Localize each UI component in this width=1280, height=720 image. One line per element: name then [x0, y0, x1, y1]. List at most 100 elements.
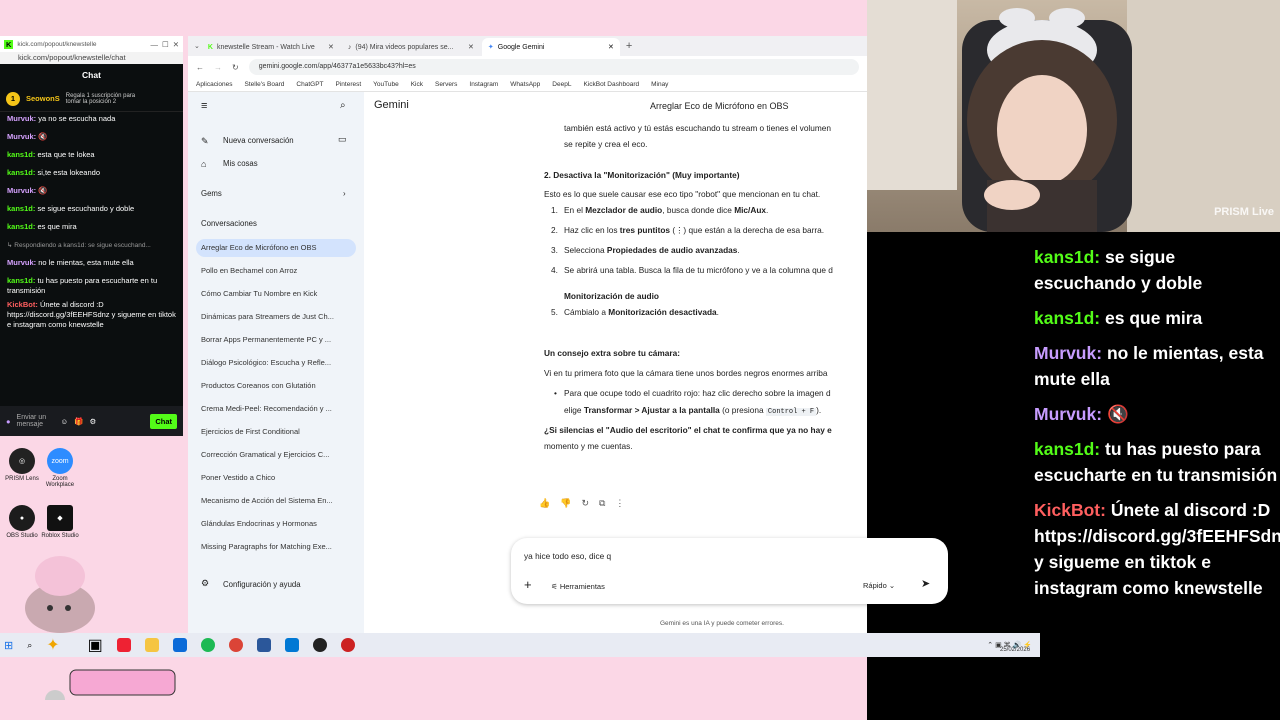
chat-message[interactable]: ↳ Respondiendo a kans1d: se sigue escuch…	[0, 238, 183, 256]
bookmark-item[interactable]: ChatGPT	[296, 81, 323, 88]
copy-icon[interactable]: ⧉	[599, 498, 605, 509]
tab-gemini[interactable]: ✦ Google Gemini ✕	[481, 38, 620, 56]
chat-username[interactable]: Murvuk:	[7, 258, 36, 267]
bookmark-item[interactable]: Pinterest	[336, 81, 362, 88]
url-field[interactable]: gemini.google.com/app/46377a1e5633bc43?h…	[248, 59, 859, 75]
chat-message[interactable]: Murvuk: no le mientas, esta mute ella	[0, 256, 183, 274]
bookmark-item[interactable]: Aplicaciones	[196, 81, 233, 88]
gift-sub-banner[interactable]: 1 SeowonS Regala 1 suscripción para toma…	[0, 86, 183, 112]
desktop-icon-roblox[interactable]: ◆ Roblox Studio	[38, 505, 82, 539]
conversation-item[interactable]: Diálogo Psicológico: Escucha y Refle...	[196, 354, 356, 372]
temporary-chat-icon[interactable]: ▭	[338, 134, 347, 145]
bookmark-item[interactable]: Instagram	[469, 81, 498, 88]
regenerate-icon[interactable]: ↻	[581, 498, 589, 509]
tab-close-icon[interactable]: ✕	[328, 43, 334, 51]
task-view-icon[interactable]: ▣	[88, 635, 103, 655]
chat-message[interactable]: kans1d: se sigue escuchando y doble	[0, 202, 183, 220]
chat-username[interactable]: kans1d:	[7, 168, 35, 177]
emote-icon[interactable]: ☺	[61, 417, 69, 426]
chat-username[interactable]: Murvuk:	[7, 114, 36, 123]
close-icon[interactable]: ✕	[173, 40, 179, 49]
chat-message[interactable]: kans1d: tu has puesto para escucharte en…	[0, 274, 183, 298]
minimize-icon[interactable]: —	[150, 40, 158, 49]
obs-taskbar-icon[interactable]	[312, 638, 327, 652]
chrome-icon[interactable]	[228, 638, 243, 652]
app-taskbar-icon[interactable]	[340, 638, 355, 652]
store-icon[interactable]	[284, 638, 299, 652]
chat-username[interactable]: kans1d:	[7, 150, 35, 159]
chat-message[interactable]: kans1d: esta que te lokea	[0, 148, 183, 166]
tab-search-icon[interactable]: ⌄	[194, 42, 200, 50]
conversation-item[interactable]: Borrar Apps Permanentemente PC y ...	[196, 331, 356, 349]
gemini-brand[interactable]: Gemini	[374, 99, 409, 111]
conversation-item[interactable]: Productos Coreanos con Glutatión	[196, 377, 356, 395]
chat-message[interactable]: Murvuk: 🔇	[0, 130, 183, 148]
word-icon[interactable]	[256, 638, 271, 652]
tools-button[interactable]: ⚟ Herramientas	[551, 581, 605, 593]
bookmark-item[interactable]: YouTube	[373, 81, 399, 88]
my-stuff-button[interactable]: Mis cosas	[223, 159, 258, 168]
add-attachment-icon[interactable]: +	[524, 578, 532, 591]
conversation-item[interactable]: Ejercicios de First Conditional	[196, 423, 356, 441]
chat-message[interactable]: KickBot: Únete al discord :D https://dis…	[0, 298, 183, 332]
conversation-item[interactable]: Missing Paragraphs for Matching Exe...	[196, 538, 356, 556]
gems-link[interactable]: Gems	[201, 189, 222, 198]
send-chat-button[interactable]: Chat	[150, 413, 177, 429]
spotify-icon[interactable]	[200, 638, 215, 652]
kick-url-bar[interactable]: kick.com/popout/knewstelle/chat	[0, 52, 183, 64]
new-tab-icon[interactable]: +	[626, 40, 632, 52]
settings-help-link[interactable]: Configuración y ayuda	[223, 580, 301, 589]
conversation-item[interactable]: Arreglar Eco de Micrófono en OBS	[196, 239, 356, 257]
search-icon[interactable]: ⌕	[27, 640, 32, 651]
chat-input[interactable]: Enviar un mensaje	[17, 414, 55, 428]
menu-icon[interactable]: ≡	[201, 100, 207, 112]
gift-icon[interactable]: 🎁	[74, 417, 83, 426]
bookmark-item[interactable]: Stelle's Board	[245, 81, 285, 88]
chat-message[interactable]: Murvuk: ya no se escucha nada	[0, 112, 183, 130]
tab-tiktok[interactable]: ♪ (94) Mira videos populares se... ✕	[342, 38, 480, 56]
bookmark-item[interactable]: DeepL	[552, 81, 571, 88]
forward-icon[interactable]: →	[214, 63, 222, 72]
file-explorer-icon[interactable]	[144, 638, 159, 652]
settings-gear-icon[interactable]: ⚙	[90, 417, 97, 426]
windows-start-icon[interactable]: ⊞	[4, 639, 13, 652]
tab-close-icon[interactable]: ✕	[468, 43, 474, 51]
chat-username[interactable]: kans1d:	[7, 204, 35, 213]
conversation-item[interactable]: Pollo en Bechamel con Arroz	[196, 262, 356, 280]
chat-message[interactable]: kans1d: si,te esta lokeando	[0, 166, 183, 184]
tab-close-icon[interactable]: ✕	[608, 43, 614, 51]
chat-username[interactable]: kans1d:	[7, 276, 35, 285]
microphone-icon[interactable]: ●	[6, 417, 11, 426]
search-icon[interactable]: ⌕	[340, 100, 346, 111]
conversation-item[interactable]: Glándulas Endocrinas y Hormonas	[196, 515, 356, 533]
chat-username[interactable]: Murvuk:	[7, 186, 36, 195]
model-selector[interactable]: Rápido ⌄	[863, 580, 895, 592]
copilot-icon[interactable]	[116, 638, 131, 652]
prompt-input[interactable]: ya hice todo eso, dice q	[524, 550, 611, 562]
prompt-box[interactable]: ya hice todo eso, dice q + ⚟ Herramienta…	[511, 538, 948, 604]
thumbs-up-icon[interactable]: 👍	[539, 498, 550, 509]
chat-username[interactable]: KickBot:	[7, 300, 38, 309]
conversation-item[interactable]: Poner Vestido a Chico	[196, 469, 356, 487]
chat-message[interactable]: kans1d: es que mira	[0, 220, 183, 238]
bookmark-item[interactable]: Servers	[435, 81, 457, 88]
new-chat-button[interactable]: Nueva conversación	[223, 136, 294, 145]
chat-username[interactable]: Murvuk:	[7, 132, 36, 141]
desktop-icon-zoom[interactable]: zoom Zoom Workplace	[38, 448, 82, 488]
outlook-icon[interactable]	[172, 638, 187, 652]
conversation-item[interactable]: Dinámicas para Streamers de Just Ch...	[196, 308, 356, 326]
chat-username[interactable]: kans1d:	[7, 222, 35, 231]
chevron-right-icon[interactable]: ›	[343, 189, 346, 198]
bookmark-item[interactable]: KickBot Dashboard	[583, 81, 639, 88]
conversation-item[interactable]: Mecanismo de Acción del Sistema En...	[196, 492, 356, 510]
conversation-item[interactable]: Crema Medi-Peel: Recomendación y ...	[196, 400, 356, 418]
bookmark-item[interactable]: Minay	[651, 81, 668, 88]
back-icon[interactable]: ←	[196, 63, 204, 72]
reload-icon[interactable]: ↻	[232, 63, 239, 72]
maximize-icon[interactable]: ☐	[162, 40, 169, 49]
chat-message[interactable]: Murvuk: 🔇	[0, 184, 183, 202]
widgets-icon[interactable]: ✦	[46, 635, 59, 655]
conversation-item[interactable]: Corrección Gramatical y Ejercicios C...	[196, 446, 356, 464]
bookmark-item[interactable]: Kick	[411, 81, 423, 88]
thumbs-down-icon[interactable]: 👎	[560, 498, 571, 509]
